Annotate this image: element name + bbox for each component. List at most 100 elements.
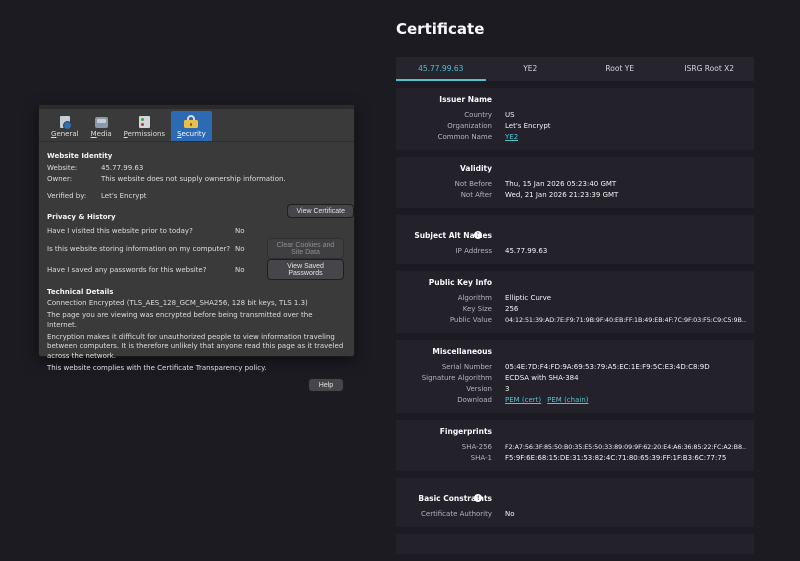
basic-constraints-heading: Basic Constraints <box>418 494 492 503</box>
row-label: Algorithm <box>457 294 492 302</box>
media-icon <box>94 117 108 128</box>
issuer-name-heading: Issuer Name <box>439 95 492 104</box>
tab-permissions-label: Permissions <box>123 130 166 138</box>
view-certificate-button[interactable]: View Certificate <box>287 204 354 218</box>
document-info-icon <box>59 116 72 130</box>
row-value: 05:4E:7D:F4:FD:9A:69:53:79:A5:EC:1E:F9:5… <box>505 363 710 371</box>
page-info-dialog: General Media Permissions Security Websi… <box>38 104 355 392</box>
section-validity: Validity Not Before Thu, 15 Jan 2026 05:… <box>396 157 754 208</box>
section-miscellaneous: Miscellaneous Serial Number 05:4E:7D:F4:… <box>396 340 754 413</box>
download-row: Download PEM (cert) PEM (chain) <box>396 395 746 406</box>
technical-line-encrypted-before: The page you are viewing was encrypted b… <box>47 311 313 329</box>
permissions-icon <box>138 116 150 128</box>
row-label: SHA-256 <box>461 443 492 451</box>
row-label: Signature Algorithm <box>421 374 492 382</box>
public-key-info-heading: Public Key Info <box>428 278 492 287</box>
cookies-question: Is this website storing information on m… <box>47 244 231 253</box>
visited-question: Have I visited this website prior to tod… <box>47 226 193 235</box>
privacy-row-passwords: Have I saved any passwords for this webs… <box>47 259 344 280</box>
row-value: Let's Encrypt <box>505 122 551 130</box>
row-label: Certificate Authority <box>421 510 492 518</box>
row-label: Common Name <box>437 133 492 141</box>
pem-chain-link[interactable]: PEM (chain) <box>547 396 588 404</box>
miscellaneous-heading: Miscellaneous <box>432 347 492 356</box>
technical-line-explanation: Encryption makes it difficult for unauth… <box>47 332 344 360</box>
row-label: Key Size <box>462 305 492 313</box>
help-button[interactable]: Help <box>308 378 344 392</box>
clear-cookies-button[interactable]: Clear Cookies and Site Data <box>267 238 344 259</box>
view-saved-passwords-button[interactable]: View Saved Passwords <box>267 259 344 280</box>
section-issuer-name: Issuer Name Country US Organization Let'… <box>396 88 754 150</box>
certificate-authority-row: Certificate Authority No <box>396 509 746 520</box>
row-label: Organization <box>447 122 492 130</box>
row-label: Not After <box>460 191 492 199</box>
row-label: Version <box>466 385 492 393</box>
row-value: Thu, 15 Jan 2026 05:23:40 GMT <box>505 180 617 188</box>
padlock-icon <box>184 115 199 128</box>
row-label: SHA-1 <box>470 454 492 462</box>
row-label: Not Before <box>454 180 492 188</box>
cert-tab-intermediate[interactable]: YE2 <box>486 57 576 81</box>
tab-security-label: Security <box>177 130 206 138</box>
version-row: Version 3 <box>396 384 746 395</box>
row-value: No <box>505 510 515 518</box>
row-value: Wed, 21 Jan 2026 21:23:39 GMT <box>505 191 619 199</box>
section-subject-alt-names: ! Subject Alt Names IP Address 45.77.99.… <box>396 215 754 264</box>
row-label: Country <box>464 111 492 119</box>
tab-media-label: Media <box>90 130 112 138</box>
row-label: Download <box>457 396 492 404</box>
tab-general-label: General <box>51 130 79 138</box>
certificate-page-title: Certificate <box>396 20 485 38</box>
cert-tab-root[interactable]: Root YE <box>575 57 665 81</box>
row-value: F5:9F:6E:68:15:DE:31:53:82:4C:71:80:65:3… <box>505 454 727 462</box>
signature-algorithm-row: Signature Algorithm ECDSA with SHA-384 <box>396 373 746 384</box>
verified-by-value: Let's Encrypt <box>101 192 147 200</box>
tab-media[interactable]: Media <box>85 111 118 141</box>
section-basic-constraints: ! Basic Constraints Certificate Authorit… <box>396 478 754 527</box>
passwords-question: Have I saved any passwords for this webs… <box>47 265 207 274</box>
website-identity-heading: Website Identity <box>47 152 113 160</box>
row-label: IP Address <box>455 247 492 255</box>
tab-general[interactable]: General <box>45 112 85 141</box>
owner-row: Owner: This website does not supply owne… <box>47 174 344 185</box>
section-fingerprints: Fingerprints SHA-256 F2:A7:56:3F:85:50:B… <box>396 420 754 471</box>
not-before-row: Not Before Thu, 15 Jan 2026 05:23:40 GMT <box>396 179 746 190</box>
algorithm-row: Algorithm Elliptic Curve <box>396 293 746 304</box>
public-value-row: Public Value 04:12:51:39:AD:7E:F9:71:9B:… <box>396 315 746 326</box>
row-value: ECDSA with SHA-384 <box>505 374 579 382</box>
row-label: Serial Number <box>441 363 492 371</box>
website-label: Website: <box>47 164 78 172</box>
certificate-tab-bar: 45.77.99.63 YE2 Root YE ISRG Root X2 <box>396 57 754 81</box>
row-value: F2:A7:56:3F:85:50:B0:35:E5:50:33:89:09:9… <box>505 443 746 451</box>
technical-details-heading: Technical Details <box>47 288 114 296</box>
tab-permissions[interactable]: Permissions <box>118 112 171 141</box>
page-info-tab-bar: General Media Permissions Security <box>39 109 354 142</box>
verified-by-label: Verified by: <box>47 192 87 200</box>
subject-alt-names-heading: Subject Alt Names <box>414 231 492 240</box>
issuer-organization-row: Organization Let's Encrypt <box>396 121 746 132</box>
certificate-viewer: Certificate 45.77.99.63 YE2 Root YE ISRG… <box>396 20 754 554</box>
ip-address-row: IP Address 45.77.99.63 <box>396 246 746 257</box>
technical-line-encryption: Connection Encrypted (TLS_AES_128_GCM_SH… <box>47 299 308 307</box>
issuer-country-row: Country US <box>396 110 746 121</box>
website-value: 45.77.99.63 <box>101 164 144 172</box>
row-value: US <box>505 111 515 119</box>
validity-heading: Validity <box>459 164 492 173</box>
privacy-row-visited: Have I visited this website prior to tod… <box>47 224 344 239</box>
privacy-row-cookies: Is this website storing information on m… <box>47 238 344 259</box>
row-value: 256 <box>505 305 519 313</box>
sha1-row: SHA-1 F5:9F:6E:68:15:DE:31:53:82:4C:71:8… <box>396 453 746 464</box>
section-next-cutoff <box>396 534 754 554</box>
row-value: 04:12:51:39:AD:7E:F9:71:9B:9F:40:EB:FF:1… <box>505 316 746 324</box>
cookies-answer: No <box>235 244 245 253</box>
cert-tab-isrg-root[interactable]: ISRG Root X2 <box>665 57 755 81</box>
pem-cert-link[interactable]: PEM (cert) <box>505 396 541 404</box>
owner-label: Owner: <box>47 174 73 183</box>
cert-tab-leaf[interactable]: 45.77.99.63 <box>396 57 486 81</box>
common-name-link[interactable]: YE2 <box>505 133 518 141</box>
row-value: 3 <box>505 385 510 393</box>
tab-security[interactable]: Security <box>171 111 212 141</box>
not-after-row: Not After Wed, 21 Jan 2026 21:23:39 GMT <box>396 190 746 201</box>
website-row: Website: 45.77.99.63 <box>47 163 344 174</box>
passwords-answer: No <box>235 265 245 274</box>
